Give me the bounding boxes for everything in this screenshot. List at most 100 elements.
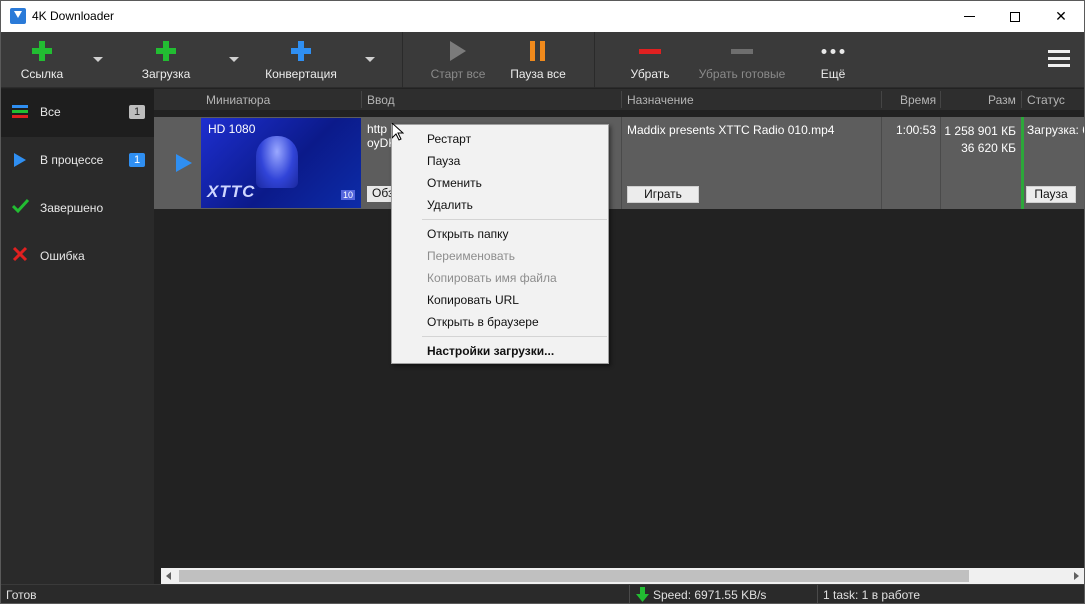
toolbar-divider [594, 32, 595, 88]
plus-icon [32, 41, 52, 61]
menu-item-delete[interactable]: Удалить [427, 198, 473, 212]
toolbar-divider [402, 32, 403, 88]
more-button[interactable]: Ещё [807, 32, 859, 88]
downloads-list: Миниатюра Ввод Назначение Время Разм Ста… [154, 89, 1084, 568]
add-download-label: Загрузка [141, 67, 191, 81]
column-divider [361, 91, 362, 108]
start-all-label: Старт все [430, 67, 486, 81]
convert-label: Конвертация [265, 67, 337, 81]
column-divider [881, 117, 882, 209]
scroll-left-icon[interactable] [166, 572, 171, 580]
destination-filename: Maddix presents XTTC Radio 010.mp4 [627, 123, 835, 137]
start-all-button[interactable]: Старт все [421, 32, 495, 88]
menu-item-copy-url[interactable]: Копировать URL [427, 293, 519, 307]
menu-item-open-folder[interactable]: Открыть папку [427, 227, 509, 241]
duration-value: 1:00:53 [895, 123, 936, 137]
size-value: 1 258 901 КБ 36 620 КБ [944, 124, 1016, 155]
column-header: Миниатюра Ввод Назначение Время Разм Ста… [154, 89, 1084, 110]
video-thumbnail: HD 1080 XTTC 10 [201, 118, 361, 208]
link-dropdown-caret[interactable] [93, 57, 103, 62]
menu-item-cancel[interactable]: Отменить [427, 176, 482, 190]
thumbnail-badge: 10 [340, 190, 355, 200]
download-speed: Speed: 6971.55 KB/s [653, 588, 767, 602]
column-divider [881, 91, 882, 108]
column-destination[interactable]: Назначение [627, 93, 694, 107]
close-button[interactable]: ✕ [1038, 1, 1084, 32]
add-link-button[interactable]: Ссылка [11, 32, 73, 88]
maximize-button[interactable] [992, 1, 1038, 32]
menu-item-download-settings[interactable]: Настройки загрузки... [427, 344, 554, 358]
app-window: 4K Downloader ✕ Ссылка Загрузка Конверта… [0, 0, 1085, 604]
horizontal-scrollbar[interactable] [161, 568, 1084, 584]
sidebar-item-label: В процессе [40, 153, 104, 167]
sidebar-item-error[interactable]: Ошибка [1, 233, 154, 281]
play-icon [14, 153, 26, 167]
remove-done-button[interactable]: Убрать готовые [694, 32, 790, 88]
add-link-label: Ссылка [20, 67, 64, 81]
column-divider [940, 91, 941, 108]
thumbnail-figure [256, 136, 298, 188]
table-row[interactable]: HD 1080 XTTC 10 http oyDK Обз Maddix pre… [154, 117, 1084, 209]
add-download-button[interactable]: Загрузка [135, 32, 197, 88]
status-ready: Готов [6, 588, 37, 602]
plus-icon [291, 41, 311, 61]
pause-icon [530, 41, 546, 61]
minimize-button[interactable] [946, 1, 992, 32]
menu-separator [422, 336, 607, 337]
more-label: Ещё [820, 67, 846, 81]
menu-item-restart[interactable]: Рестарт [427, 132, 471, 146]
play-file-button[interactable]: Играть [627, 186, 699, 203]
column-thumbnail[interactable]: Миниатюра [206, 93, 270, 107]
column-input[interactable]: Ввод [367, 93, 395, 107]
convert-dropdown-caret[interactable] [365, 57, 375, 62]
plus-icon [156, 41, 176, 61]
menu-item-copy-filename[interactable]: Копировать имя файла [427, 271, 557, 285]
close-icon: ✕ [1055, 8, 1067, 24]
menu-item-rename[interactable]: Переименовать [427, 249, 515, 263]
sidebar-item-label: Ошибка [40, 249, 85, 263]
column-time[interactable]: Время [900, 93, 936, 107]
download-dropdown-caret[interactable] [229, 57, 239, 62]
column-size[interactable]: Разм [988, 93, 1016, 107]
column-divider [621, 117, 622, 209]
status-divider [629, 585, 630, 603]
window-title: 4K Downloader [32, 9, 115, 23]
count-badge: 1 [129, 105, 145, 119]
remove-button[interactable]: Убрать [619, 32, 681, 88]
x-icon [12, 246, 28, 262]
count-badge: 1 [129, 153, 145, 167]
more-dots-icon [821, 49, 845, 54]
sidebar-item-label: Завершено [40, 201, 104, 215]
play-icon [450, 41, 466, 61]
title-bar: 4K Downloader ✕ [1, 1, 1084, 32]
sidebar-item-all[interactable]: Все 1 [1, 89, 154, 137]
status-bar: Готов Speed: 6971.55 KB/s 1 task: 1 в ра… [1, 584, 1084, 603]
sidebar-item-in-progress[interactable]: В процессе 1 [1, 137, 154, 185]
quality-label: HD 1080 [208, 122, 256, 136]
minimize-icon [963, 16, 975, 17]
scrollbar-thumb[interactable] [179, 570, 969, 582]
menu-item-open-in-browser[interactable]: Открыть в браузере [427, 315, 539, 329]
status-divider [817, 585, 818, 603]
pause-download-button[interactable]: Пауза [1026, 186, 1076, 203]
pause-all-label: Пауза все [510, 67, 566, 81]
minus-icon [639, 49, 661, 54]
maximize-icon [1010, 11, 1020, 22]
column-status[interactable]: Статус [1027, 93, 1065, 107]
mouse-cursor-icon [392, 123, 404, 141]
hamburger-menu-icon[interactable] [1048, 50, 1070, 68]
check-icon [12, 198, 29, 214]
sidebar-item-completed[interactable]: Завершено [1, 185, 154, 233]
column-divider [940, 117, 941, 209]
remove-done-label: Убрать готовые [698, 67, 786, 81]
pause-all-button[interactable]: Пауза все [503, 32, 573, 88]
sidebar: Все 1 В процессе 1 Завершено Ошибка [1, 89, 154, 584]
column-divider [621, 91, 622, 108]
status-text: Загрузка: 6 [1027, 123, 1085, 137]
convert-button[interactable]: Конвертация [259, 32, 343, 88]
play-icon[interactable] [176, 154, 192, 172]
minus-icon [731, 49, 753, 54]
menu-item-pause[interactable]: Пауза [427, 154, 460, 168]
browse-button[interactable]: Обз [367, 186, 393, 202]
scroll-right-icon[interactable] [1074, 572, 1079, 580]
